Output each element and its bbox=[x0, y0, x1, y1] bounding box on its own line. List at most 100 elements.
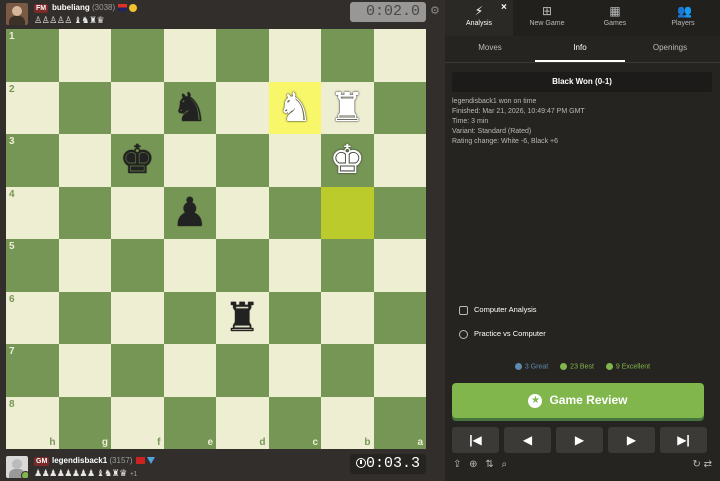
tab-moves[interactable]: Moves bbox=[445, 36, 535, 62]
square-a1[interactable] bbox=[373, 29, 426, 82]
square-c4[interactable] bbox=[268, 186, 321, 239]
tab-info[interactable]: Info bbox=[535, 36, 625, 62]
share-icon[interactable]: ⇪ bbox=[453, 459, 461, 470]
square-d2[interactable] bbox=[216, 81, 269, 134]
nav-games[interactable]: ▦ Games bbox=[581, 0, 649, 36]
square-h6[interactable]: 6 bbox=[6, 291, 59, 344]
square-c8[interactable]: c bbox=[268, 396, 321, 449]
flip-board-icon[interactable]: ⇅ bbox=[485, 459, 493, 470]
nav-new-game[interactable]: ⊞ New Game bbox=[513, 0, 581, 36]
square-h7[interactable]: 7 bbox=[6, 344, 59, 397]
square-g4[interactable] bbox=[58, 186, 111, 239]
black-rook-icon[interactable]: ♜ bbox=[216, 292, 269, 345]
previous-move-button[interactable]: ◀ bbox=[504, 427, 551, 453]
square-d1[interactable] bbox=[216, 29, 269, 82]
square-f8[interactable]: f bbox=[111, 396, 164, 449]
nav-analysis[interactable]: ⚡ Analysis × bbox=[445, 0, 513, 36]
game-info-rating-change: Rating change: White -6, Black +6 bbox=[452, 138, 559, 145]
bottom-player-avatar[interactable] bbox=[6, 456, 28, 478]
add-to-library-icon[interactable]: ⊕ bbox=[469, 459, 477, 470]
square-a7[interactable] bbox=[373, 344, 426, 397]
square-h2[interactable]: 2 bbox=[6, 81, 59, 134]
square-c5[interactable] bbox=[268, 239, 321, 292]
chessboard[interactable]: 1 2 3 4 5 6 7 8 h g f e d c b a ♞ ♞ ♜ ♚ ♚ ♟ ♜ bbox=[6, 29, 426, 449]
square-b7[interactable] bbox=[321, 344, 374, 397]
practice-vs-computer-link[interactable]: Practice vs Computer bbox=[459, 329, 546, 339]
square-d8[interactable]: d bbox=[216, 396, 269, 449]
white-knight-icon[interactable]: ♞ bbox=[269, 82, 322, 135]
settings-gear-icon[interactable]: ⚙ bbox=[430, 4, 440, 17]
square-c6[interactable] bbox=[268, 291, 321, 344]
square-f1[interactable] bbox=[111, 29, 164, 82]
square-e8[interactable]: e bbox=[163, 396, 216, 449]
square-f5[interactable] bbox=[111, 239, 164, 292]
square-h3[interactable]: 3 bbox=[6, 134, 59, 187]
bottom-player-username[interactable]: legendisback1 bbox=[52, 456, 107, 465]
square-e5[interactable] bbox=[163, 239, 216, 292]
square-f7[interactable] bbox=[111, 344, 164, 397]
bottom-player-name[interactable]: legendisback1 (3157) bbox=[52, 456, 155, 465]
white-rook-icon[interactable]: ♜ bbox=[321, 82, 374, 135]
square-f6[interactable] bbox=[111, 291, 164, 344]
square-a5[interactable] bbox=[373, 239, 426, 292]
rank-label: 6 bbox=[9, 293, 15, 305]
square-h8[interactable]: 8h bbox=[6, 396, 59, 449]
square-b6[interactable] bbox=[321, 291, 374, 344]
zoom-icon[interactable]: ⌕ bbox=[502, 459, 508, 470]
top-player-username[interactable]: bubeliang bbox=[52, 3, 90, 12]
square-d4[interactable] bbox=[216, 186, 269, 239]
tab-openings[interactable]: Openings bbox=[625, 36, 715, 62]
square-g1[interactable] bbox=[58, 29, 111, 82]
square-g2[interactable] bbox=[58, 81, 111, 134]
nav-players[interactable]: 👥 Players bbox=[649, 0, 717, 36]
square-g5[interactable] bbox=[58, 239, 111, 292]
game-info-time: Time: 3 min bbox=[452, 118, 489, 125]
white-king-icon[interactable]: ♚ bbox=[321, 134, 374, 187]
square-b1[interactable] bbox=[321, 29, 374, 82]
refresh-icon[interactable]: ↻ bbox=[692, 459, 700, 470]
close-icon[interactable]: × bbox=[501, 2, 507, 13]
first-move-button[interactable]: |◀ bbox=[452, 427, 499, 453]
analysis-icon bbox=[459, 305, 468, 315]
square-c3[interactable] bbox=[268, 134, 321, 187]
square-g6[interactable] bbox=[58, 291, 111, 344]
black-pawn-icon[interactable]: ♟ bbox=[164, 187, 217, 240]
next-move-button[interactable]: ▶ bbox=[608, 427, 655, 453]
square-h4[interactable]: 4 bbox=[6, 186, 59, 239]
square-g7[interactable] bbox=[58, 344, 111, 397]
file-label: g bbox=[101, 437, 108, 448]
computer-analysis-link[interactable]: Computer Analysis bbox=[459, 305, 537, 315]
square-e7[interactable] bbox=[163, 344, 216, 397]
square-d3[interactable] bbox=[216, 134, 269, 187]
square-f2[interactable] bbox=[111, 81, 164, 134]
square-b5[interactable] bbox=[321, 239, 374, 292]
last-move-button[interactable]: ▶| bbox=[660, 427, 707, 453]
square-b4[interactable] bbox=[321, 186, 374, 239]
square-g3[interactable] bbox=[58, 134, 111, 187]
square-d5[interactable] bbox=[216, 239, 269, 292]
square-a3[interactable] bbox=[373, 134, 426, 187]
square-e6[interactable] bbox=[163, 291, 216, 344]
black-king-icon[interactable]: ♚ bbox=[111, 134, 164, 187]
square-e1[interactable] bbox=[163, 29, 216, 82]
square-a8[interactable]: a bbox=[373, 396, 426, 449]
black-knight-icon[interactable]: ♞ bbox=[164, 82, 217, 135]
square-h1[interactable]: 1 bbox=[6, 29, 59, 82]
square-h5[interactable]: 5 bbox=[6, 239, 59, 292]
square-c1[interactable] bbox=[268, 29, 321, 82]
rematch-icon[interactable]: ⇄ bbox=[704, 459, 712, 470]
top-player-name[interactable]: bubeliang (3038) bbox=[52, 3, 138, 12]
square-a2[interactable] bbox=[373, 81, 426, 134]
square-c7[interactable] bbox=[268, 344, 321, 397]
play-button[interactable]: ▶ bbox=[556, 427, 603, 453]
square-e3[interactable] bbox=[163, 134, 216, 187]
game-review-button[interactable]: ★ Game Review bbox=[452, 383, 704, 418]
square-g8[interactable]: g bbox=[58, 396, 111, 449]
game-review-label: Game Review bbox=[549, 393, 628, 407]
square-a4[interactable] bbox=[373, 186, 426, 239]
square-b8[interactable]: b bbox=[321, 396, 374, 449]
square-d7[interactable] bbox=[216, 344, 269, 397]
square-a6[interactable] bbox=[373, 291, 426, 344]
square-f4[interactable] bbox=[111, 186, 164, 239]
top-player-avatar[interactable] bbox=[6, 3, 28, 25]
